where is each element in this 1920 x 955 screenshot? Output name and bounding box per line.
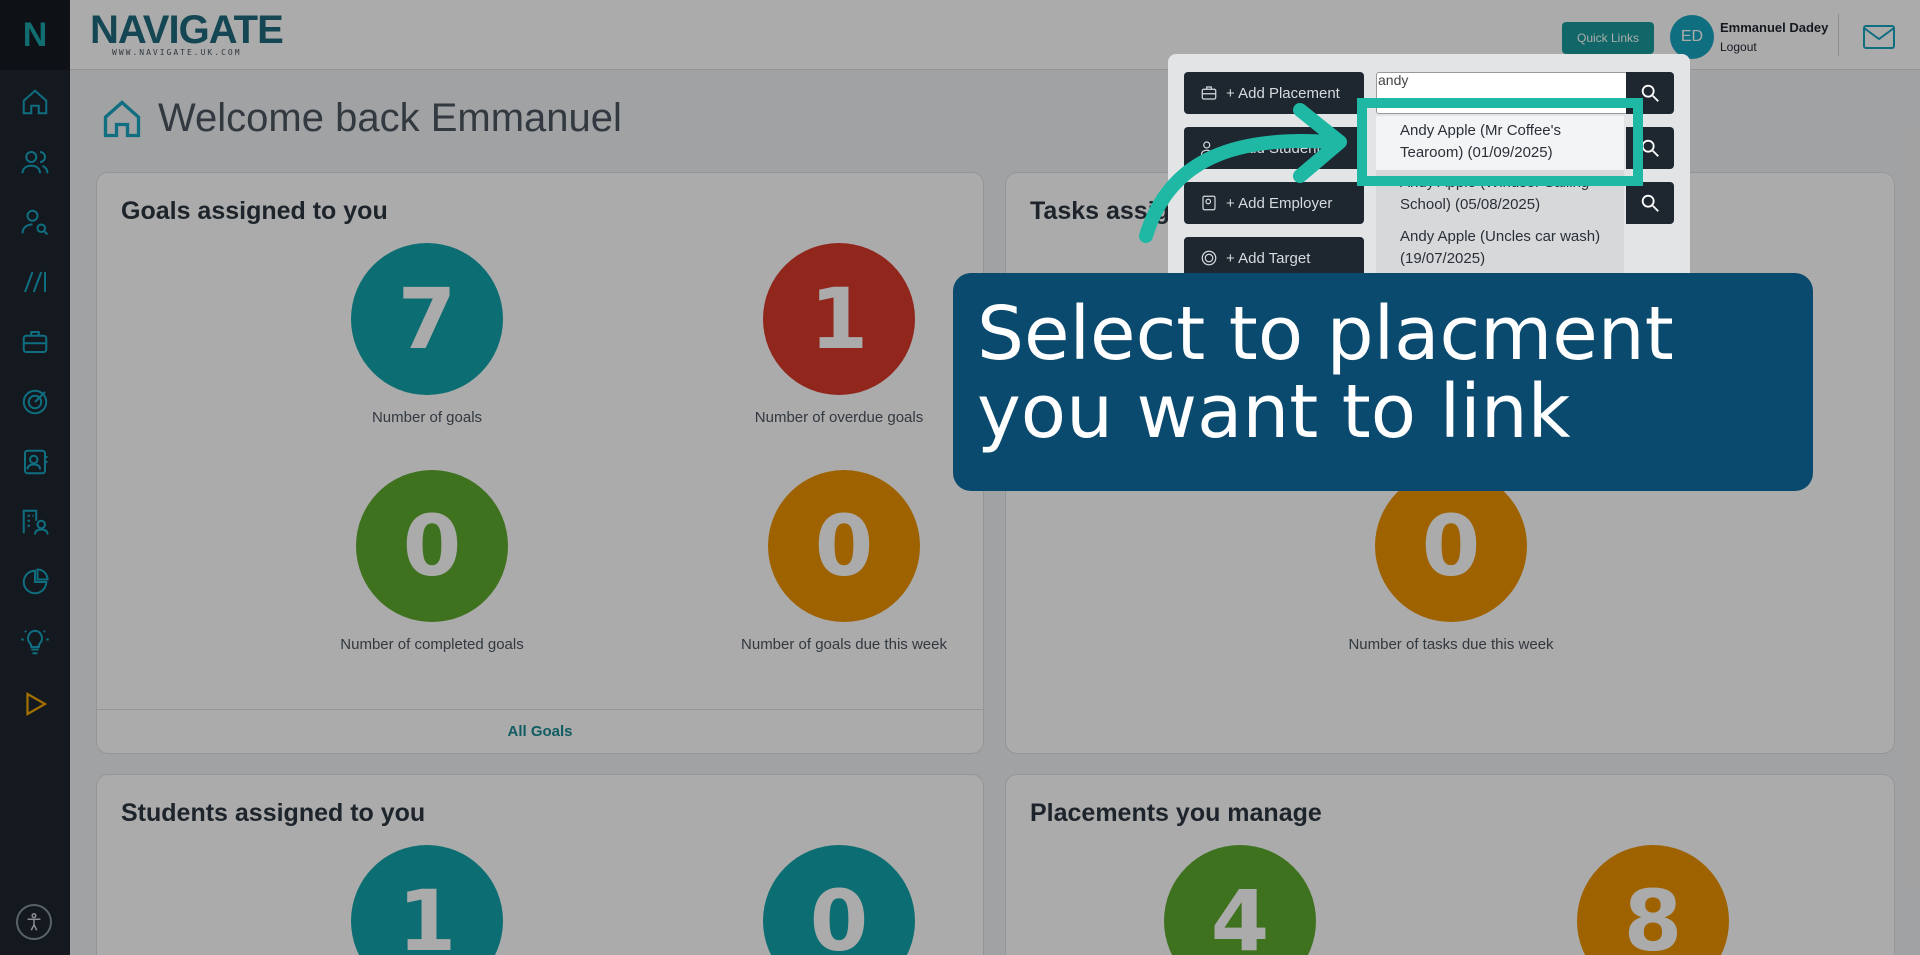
arrow-annotation [1139, 103, 1347, 243]
add-target-label: + Add Target [1226, 249, 1311, 267]
search-button[interactable] [1626, 182, 1674, 224]
callout-text: Select to placment you want to link [977, 291, 1674, 455]
suggestion-item[interactable]: Andy Apple (Uncles car wash) (19/07/2025… [1400, 226, 1620, 270]
target-icon [1201, 250, 1217, 266]
tutorial-callout: Select to placment you want to link [953, 273, 1813, 491]
search-input-value: andy [1378, 72, 1409, 88]
highlight-frame [1357, 98, 1643, 186]
search-icon [1641, 194, 1659, 212]
